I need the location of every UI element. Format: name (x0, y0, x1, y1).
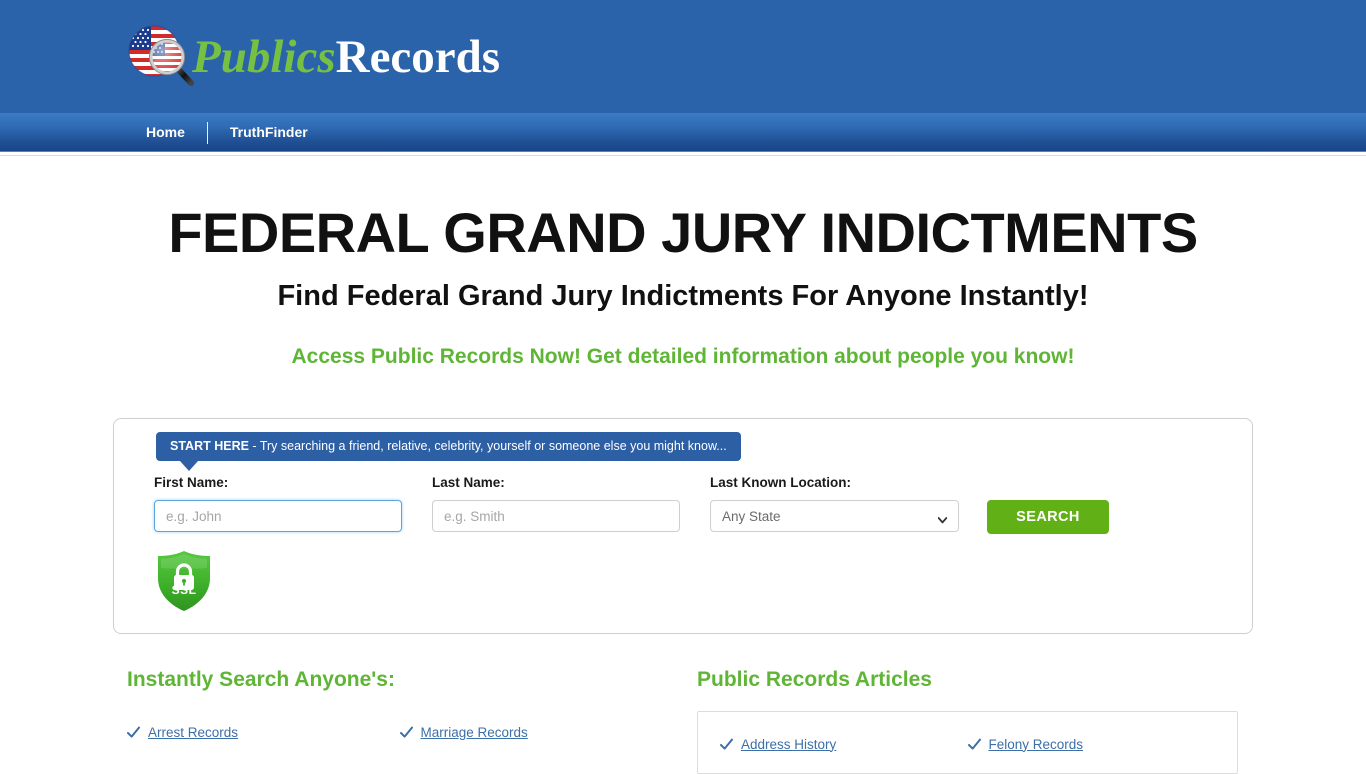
ssl-badge: SSL (155, 550, 213, 612)
us-flag-magnifier-icon (124, 22, 198, 92)
check-icon (399, 726, 413, 739)
first-name-input[interactable] (154, 500, 402, 532)
check-icon (967, 738, 981, 751)
main-navigation: Home TruthFinder (0, 113, 1366, 152)
link-address-history[interactable]: Address History (741, 737, 836, 752)
list-item[interactable]: Felony Records (967, 729, 1216, 759)
site-header: PublicsRecords (0, 0, 1366, 113)
last-name-field-group: Last Name: (432, 475, 680, 532)
articles-link-grid: Address History Felony Records (720, 729, 1215, 759)
last-name-input[interactable] (432, 500, 680, 532)
first-name-field-group: First Name: (154, 475, 402, 532)
search-button[interactable]: SEARCH (987, 500, 1109, 534)
check-icon (127, 726, 140, 739)
instant-search-link-grid: Arrest Records Marriage Records (127, 717, 672, 748)
articles-box: Address History Felony Records (697, 711, 1238, 774)
page-tagline: Access Public Records Now! Get detailed … (291, 345, 1075, 368)
start-here-banner: START HERE - Try searching a friend, rel… (156, 432, 741, 471)
link-felony-records[interactable]: Felony Records (989, 737, 1084, 752)
articles-column: Public Records Articles Address History … (697, 668, 1238, 774)
last-name-label: Last Name: (432, 475, 505, 490)
link-arrest-records[interactable]: Arrest Records (148, 725, 238, 740)
instant-search-column: Instantly Search Anyone's: Arrest Record… (127, 668, 672, 748)
start-here-bold-text: START HERE (170, 439, 249, 453)
articles-heading: Public Records Articles (697, 668, 932, 691)
search-fields: First Name: Last Name: Last Known Locati… (142, 475, 1227, 555)
list-item[interactable]: Marriage Records (399, 717, 673, 748)
list-item[interactable]: Address History (720, 729, 968, 759)
first-name-label: First Name: (154, 475, 229, 490)
link-marriage-records[interactable]: Marriage Records (421, 725, 528, 740)
instant-search-heading: Instantly Search Anyone's: (127, 668, 395, 691)
hero-section: FEDERAL GRAND JURY INDICTMENTS Find Fede… (0, 156, 1366, 370)
start-here-hint-text: - Try searching a friend, relative, cele… (248, 439, 727, 453)
nav-item-truthfinder[interactable]: TruthFinder (208, 113, 330, 152)
site-logo[interactable]: PublicsRecords (124, 22, 500, 92)
logo-word-records: Records (335, 30, 501, 83)
search-panel: START HERE - Try searching a friend, rel… (113, 418, 1253, 634)
last-known-location-label: Last Known Location: (710, 475, 851, 490)
list-item[interactable]: Arrest Records (127, 717, 400, 748)
logo-word-publics: Publics (192, 30, 336, 83)
page-title: FEDERAL GRAND JURY INDICTMENTS (168, 201, 1198, 264)
check-icon (720, 738, 733, 751)
page-subtitle: Find Federal Grand Jury Indictments For … (277, 280, 1089, 312)
state-select[interactable]: Any State (710, 500, 959, 532)
location-field-group: Last Known Location: Any State (710, 475, 959, 532)
ssl-label: SSL (171, 583, 197, 597)
logo-wordmark: PublicsRecords (192, 30, 501, 83)
nav-item-home[interactable]: Home (124, 113, 207, 152)
